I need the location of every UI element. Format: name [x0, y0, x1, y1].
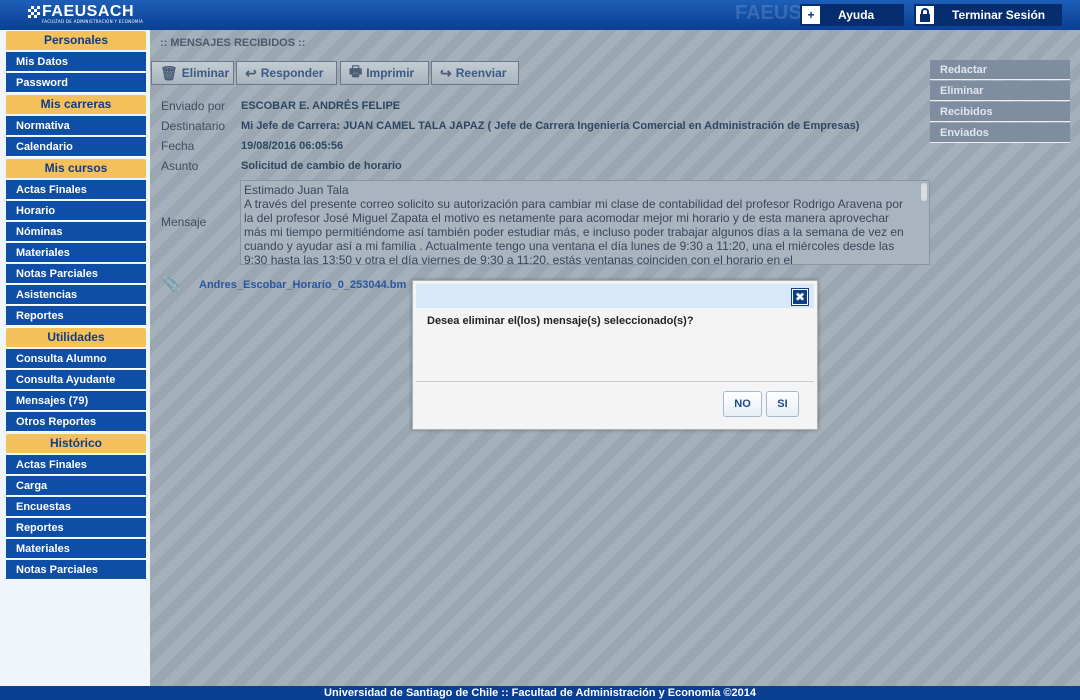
print-button[interactable]: 🖶 Imprimir: [340, 61, 429, 85]
sidebar-item-consulta-ayudante[interactable]: Consulta Ayudante: [6, 370, 146, 390]
reply-icon: ↩: [245, 64, 257, 81]
delete-button[interactable]: 🗑 Eliminar: [151, 61, 234, 85]
reply-label: Responder: [260, 66, 324, 80]
sidebar-item-horario[interactable]: Horario: [6, 201, 146, 221]
sidebar-section-mis-cursos: Mis cursos: [6, 159, 146, 178]
delete-label: Eliminar: [181, 66, 230, 80]
sidebar-item-carga[interactable]: Carga: [6, 476, 146, 496]
top-bar: FAEUSACH FACULTAD DE ADMINISTRACIÓN Y EC…: [0, 0, 1080, 30]
sidebar-item-materiales[interactable]: Materiales: [6, 243, 146, 263]
sidebar-item-historico-reportes[interactable]: Reportes: [6, 518, 146, 538]
message-body-text: Estimado Juan Tala A través del presente…: [244, 183, 904, 265]
trash-icon: 🗑: [160, 64, 178, 81]
dialog-message: Desea eliminar el(los) mensaje(s) selecc…: [427, 315, 694, 327]
printer-icon: 🖶: [349, 63, 363, 79]
sidebar-item-actas-finales[interactable]: Actas Finales: [6, 180, 146, 200]
sidebar-item-otros-reportes[interactable]: Otros Reportes: [6, 412, 146, 432]
menu-eliminar[interactable]: Eliminar: [930, 81, 1070, 101]
help-label: Ayuda: [838, 8, 875, 22]
forward-label: Reenviar: [455, 66, 507, 80]
attachment-link[interactable]: Andres_Escobar_Horario_0_253044.bm: [199, 279, 406, 291]
help-button[interactable]: + Ayuda: [800, 4, 904, 26]
logo-subtitle: FACULTAD DE ADMINISTRACIÓN Y ECONOMÍA: [42, 19, 144, 24]
sidebar-item-historico-notas-parciales[interactable]: Notas Parciales: [6, 560, 146, 580]
sidebar-item-mensajes[interactable]: Mensajes (79): [6, 391, 146, 411]
logout-button[interactable]: Terminar Sesión: [914, 4, 1062, 26]
sidebar-item-consulta-alumno[interactable]: Consulta Alumno: [6, 349, 146, 369]
yes-button[interactable]: SI: [766, 391, 799, 417]
close-icon[interactable]: ✖: [791, 288, 809, 306]
from-value: ESCOBAR E. ANDRÉS FELIPE: [241, 100, 401, 112]
sidebar-item-nominas[interactable]: Nóminas: [6, 222, 146, 242]
breadcrumb: :: MENSAJES RECIBIDOS ::: [160, 37, 306, 49]
sidebar-section-mis-carreras: Mis carreras: [6, 95, 146, 114]
dialog-titlebar: ✖: [416, 284, 814, 308]
sidebar-item-normativa[interactable]: Normativa: [6, 116, 146, 136]
help-icon: +: [800, 4, 822, 26]
reply-button[interactable]: ↩ Responder: [236, 61, 337, 85]
sidebar-section-historico: Histórico: [6, 434, 146, 453]
lock-icon: [914, 4, 936, 26]
from-label: Enviado por: [161, 99, 226, 113]
sidebar: Personales Mis Datos Password Mis carrer…: [0, 30, 150, 686]
sidebar-item-calendario[interactable]: Calendario: [6, 137, 146, 157]
sidebar-item-notas-parciales[interactable]: Notas Parciales: [6, 264, 146, 284]
no-button[interactable]: NO: [723, 391, 762, 417]
message-scrollbar[interactable]: [921, 183, 927, 201]
subject-label: Asunto: [161, 159, 199, 173]
forward-button[interactable]: ↪ Reenviar: [431, 61, 519, 85]
faeusach-logo: FAEUSACH FACULTAD DE ADMINISTRACIÓN Y EC…: [28, 3, 144, 24]
footer: Universidad de Santiago de Chile :: Facu…: [0, 686, 1080, 700]
message-body[interactable]: Estimado Juan Tala A través del presente…: [240, 180, 930, 265]
sidebar-section-utilidades: Utilidades: [6, 328, 146, 347]
to-value: Mi Jefe de Carrera: JUAN CAMEL TALA JAPA…: [241, 120, 860, 132]
sidebar-item-mis-datos[interactable]: Mis Datos: [6, 52, 146, 72]
subject-value: Solicitud de cambio de horario: [241, 160, 402, 172]
forward-icon: ↪: [440, 64, 452, 81]
sidebar-item-reportes[interactable]: Reportes: [6, 306, 146, 326]
sidebar-item-password[interactable]: Password: [6, 73, 146, 93]
logout-label: Terminar Sesión: [952, 8, 1046, 22]
sidebar-item-encuestas[interactable]: Encuestas: [6, 497, 146, 517]
sidebar-item-historico-materiales[interactable]: Materiales: [6, 539, 146, 559]
confirm-dialog: ✖ Desea eliminar el(los) mensaje(s) sele…: [412, 280, 818, 430]
menu-recibidos[interactable]: Recibidos: [930, 102, 1070, 122]
print-label: Imprimir: [366, 66, 415, 80]
paperclip-icon: 📎: [162, 275, 181, 293]
dialog-divider: [416, 381, 814, 382]
to-label: Destinatario: [161, 119, 226, 133]
body-label: Mensaje: [161, 215, 207, 229]
logo-text: FAEUSACH: [42, 3, 135, 20]
date-label: Fecha: [161, 139, 195, 153]
menu-enviados[interactable]: Enviados: [930, 123, 1070, 143]
sidebar-item-historico-actas-finales[interactable]: Actas Finales: [6, 455, 146, 475]
menu-redactar[interactable]: Redactar: [930, 60, 1070, 80]
sidebar-section-personales: Personales: [6, 31, 146, 50]
date-value: 19/08/2016 06:05:56: [241, 140, 344, 152]
sidebar-item-asistencias[interactable]: Asistencias: [6, 285, 146, 305]
